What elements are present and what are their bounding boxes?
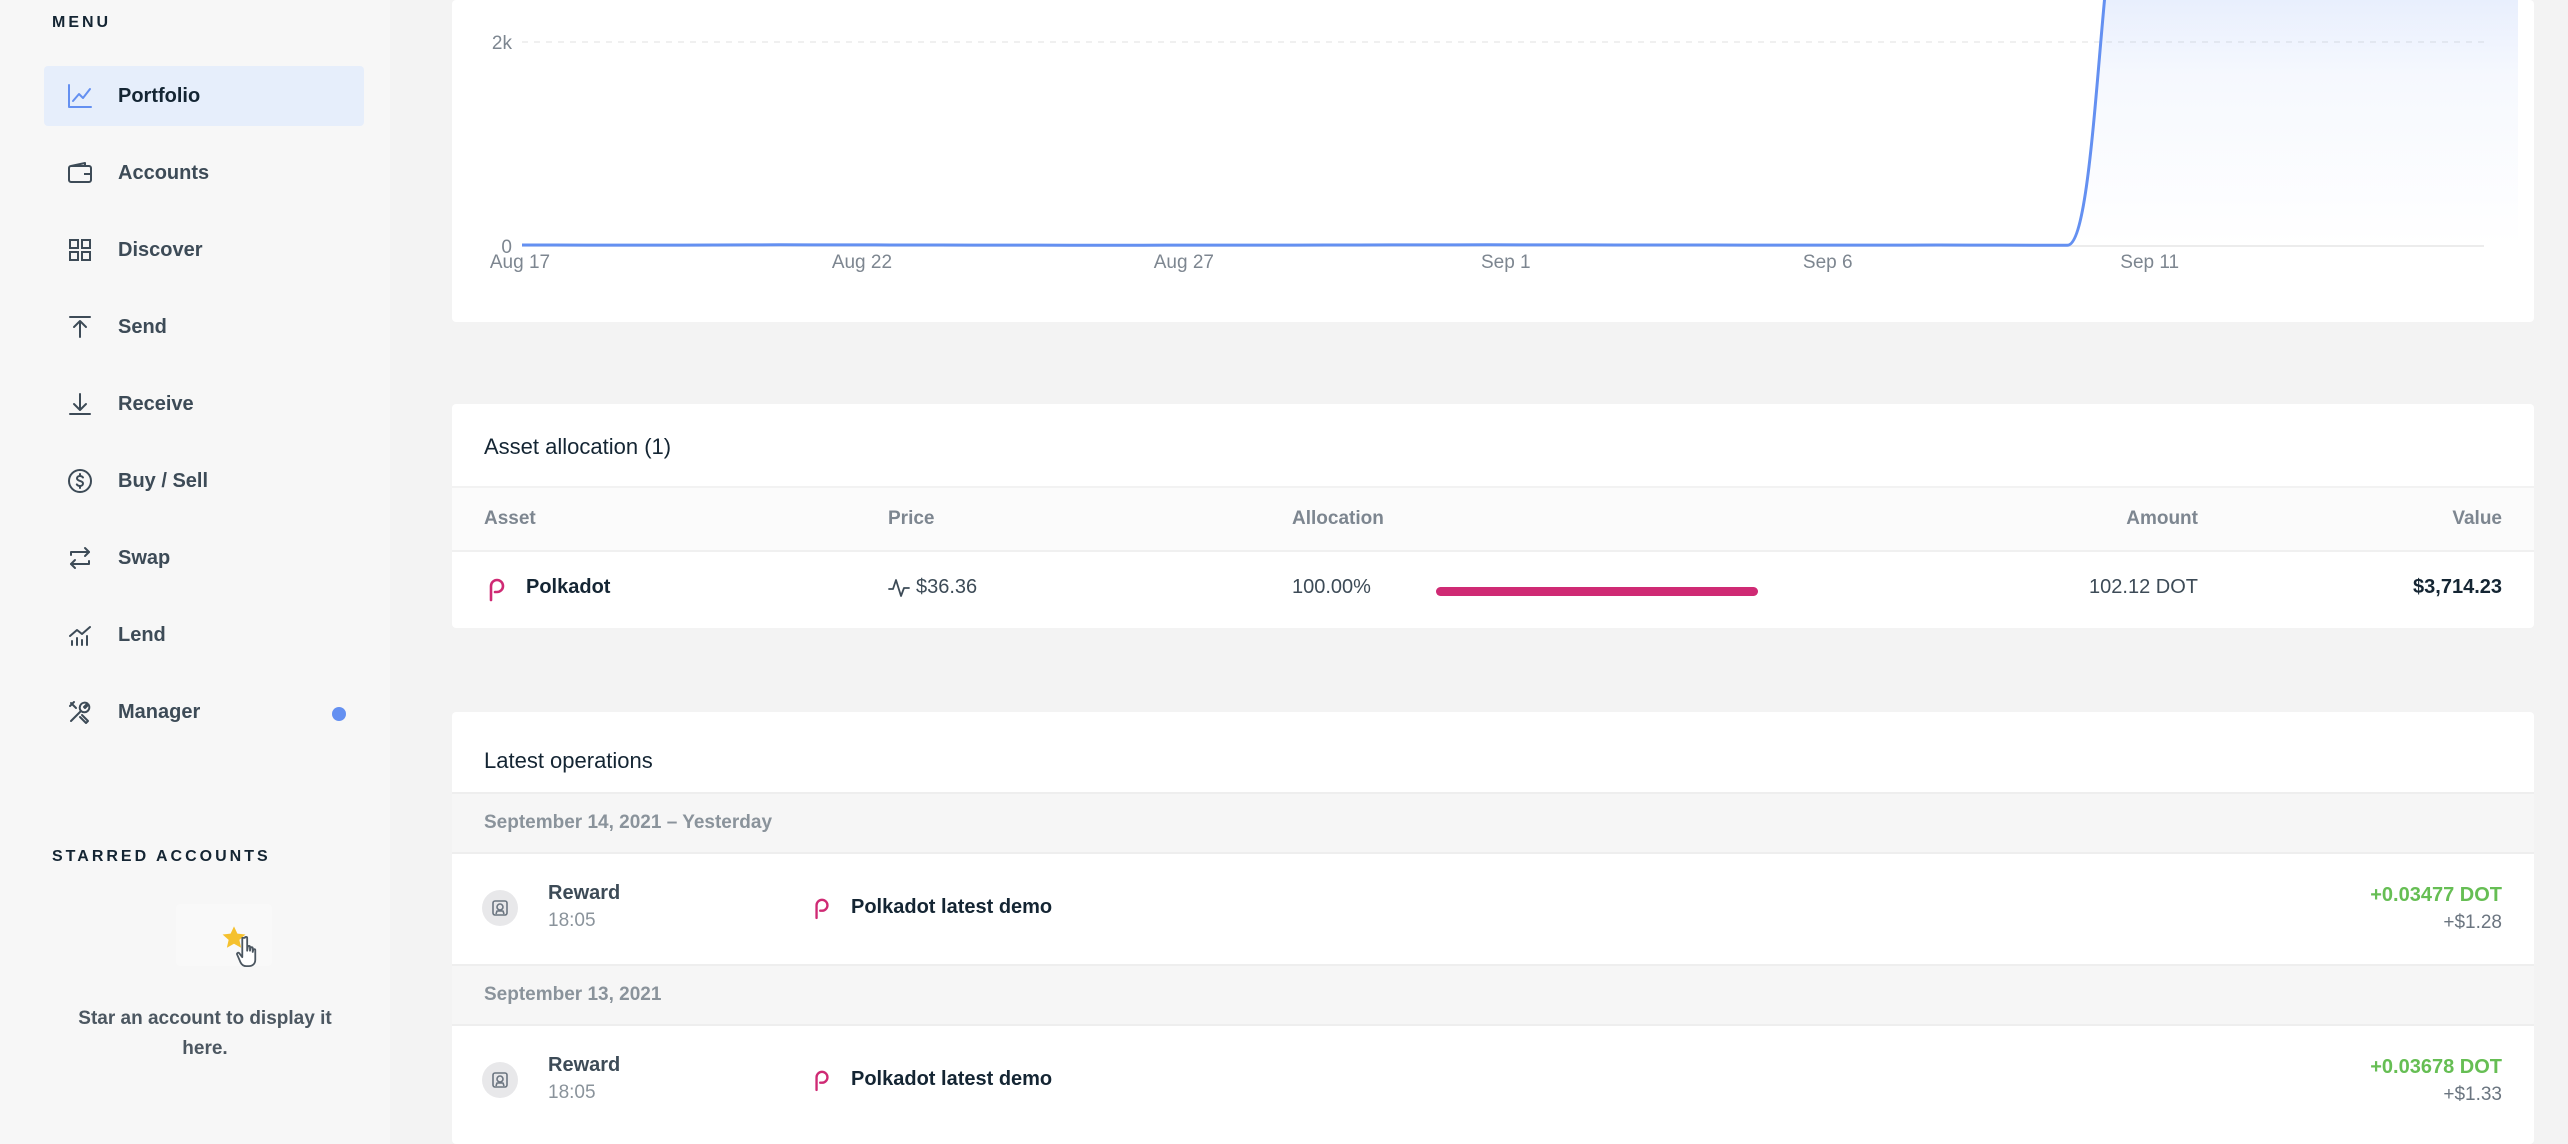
sidebar-item-manager[interactable]: Manager [44,682,364,742]
arrow-down-icon [66,390,94,418]
sidebar-item-label: Receive [118,392,194,415]
x-tick-label: Sep 11 [2120,252,2179,273]
operation-fiat-value: +$1.33 [2443,1084,2502,1105]
sidebar-item-label: Manager [118,700,201,723]
sidebar-item-label: Buy / Sell [118,469,209,492]
swap-arrows-icon [66,544,94,572]
table-row[interactable]: Polkadot $36.36 100.00% 102.12 DOT $3,71… [452,552,2534,628]
sidebar-item-send[interactable]: Send [44,297,364,357]
operation-account: Polkadot latest demo [851,896,1053,918]
column-header-asset[interactable]: Asset [484,508,536,530]
asset-allocation-title: Asset allocation (1) [484,434,672,459]
sidebar-item-label: Portfolio [118,84,201,107]
starred-empty-text: Star an account to display it here. [78,1008,332,1059]
x-tick-label: Aug 27 [1154,252,1214,273]
operation-fiat-value: +$1.28 [2443,912,2502,933]
sidebar-item-buy-sell[interactable]: Buy / Sell [44,451,364,511]
lend-chart-icon [66,621,94,649]
sidebar-item-swap[interactable]: Swap [44,528,364,588]
operation-amount: +0.03477 DOT [2370,884,2502,906]
dollar-circle-icon [66,467,94,495]
column-header-allocation[interactable]: Allocation [1292,508,1384,530]
portfolio-balance-chart: 02k Aug 17 Aug 22 Aug 27 Sep 1 Sep 6 Sep 11 [490,0,2518,273]
operation-time: 18:05 [548,910,596,931]
column-header-amount[interactable]: Amount [2126,508,2198,530]
sidebar: MENU Portfolio Accounts Discover Send Re… [0,0,390,1144]
allocation-bar-fill [1436,587,1758,596]
latest-operations-title: Latest operations [484,748,653,773]
sidebar-item-label: Discover [118,238,203,261]
starred-accounts-heading: STARRED ACCOUNTS [52,848,271,865]
asset-allocation-card: Asset allocation (1) Asset Price Allocat… [452,404,2534,628]
app-root: MENU Portfolio Accounts Discover Send Re… [0,0,2568,1144]
column-header-price[interactable]: Price [888,508,934,530]
sidebar-item-accounts[interactable]: Accounts [44,143,364,203]
menu-heading: MENU [52,14,112,31]
asset-name: Polkadot [526,576,611,598]
sidebar-nav: Portfolio Accounts Discover Send Receive… [44,66,364,759]
asset-price: $36.36 [916,576,978,598]
operation-row[interactable]: Reward 18:05 Polkadot latest demo +0.034… [452,854,2534,962]
operation-type: Reward [548,882,621,904]
asset-value: $3,714.23 [2413,576,2502,598]
portfolio-chart-card: 0 2k Aug 17 Aug 22 Aug 27 Sep 1 Sep 6 Sep 11 [452,0,2534,322]
sidebar-item-label: Lend [118,623,166,646]
series-area-fill [522,0,2518,246]
grid-icon [66,236,94,264]
sidebar-item-portfolio[interactable]: Portfolio [44,66,364,126]
starred-placeholder-card [176,904,272,968]
arrow-up-icon [66,313,94,341]
allocation-percent: 100.00% [1292,576,1371,598]
operation-account: Polkadot latest demo [851,1068,1053,1090]
allocation-bar [1436,587,1758,596]
main-content: 0 2k Aug 17 Aug 22 Aug 27 Sep 1 Sep 6 Sep 11 A… [390,0,2568,1144]
reward-icon [482,890,518,926]
reward-icon [482,1062,518,1098]
column-header-value[interactable]: Value [2452,508,2502,530]
asset-amount: 102.12 DOT [2089,576,2198,598]
latest-operations-card: Latest operations September 14, 2021 – Y… [452,712,2534,1144]
allocation-table-header: Asset Price Allocation Amount Value [452,486,2534,552]
operation-amount: +0.03678 DOT [2370,1056,2502,1078]
wallet-icon [66,159,94,187]
operations-date-header: September 13, 2021 [452,964,2534,1026]
operations-date: September 13, 2021 [484,984,662,1005]
sidebar-item-discover[interactable]: Discover [44,220,364,280]
x-tick-label: Aug 22 [832,252,892,273]
operation-time: 18:05 [548,1082,596,1103]
x-tick-label: Sep 1 [1481,252,1531,273]
operations-date-header: September 14, 2021 – Yesterday [452,792,2534,854]
tools-icon [66,698,94,726]
sidebar-item-receive[interactable]: Receive [44,374,364,434]
sidebar-item-lend[interactable]: Lend [44,605,364,665]
sidebar-item-label: Send [118,315,167,338]
x-tick-label: Sep 6 [1803,252,1853,273]
operation-type: Reward [548,1054,621,1076]
chart-line-icon [66,82,94,110]
operation-row[interactable]: Reward 18:05 Polkadot latest demo +0.036… [452,1026,2534,1134]
sidebar-item-label: Accounts [118,161,210,184]
y-tick-label: 2k [492,33,513,54]
notification-dot [332,707,346,721]
operations-date: September 14, 2021 – Yesterday [484,812,773,833]
x-tick-label: Aug 17 [490,252,550,273]
sidebar-item-label: Swap [118,546,171,569]
